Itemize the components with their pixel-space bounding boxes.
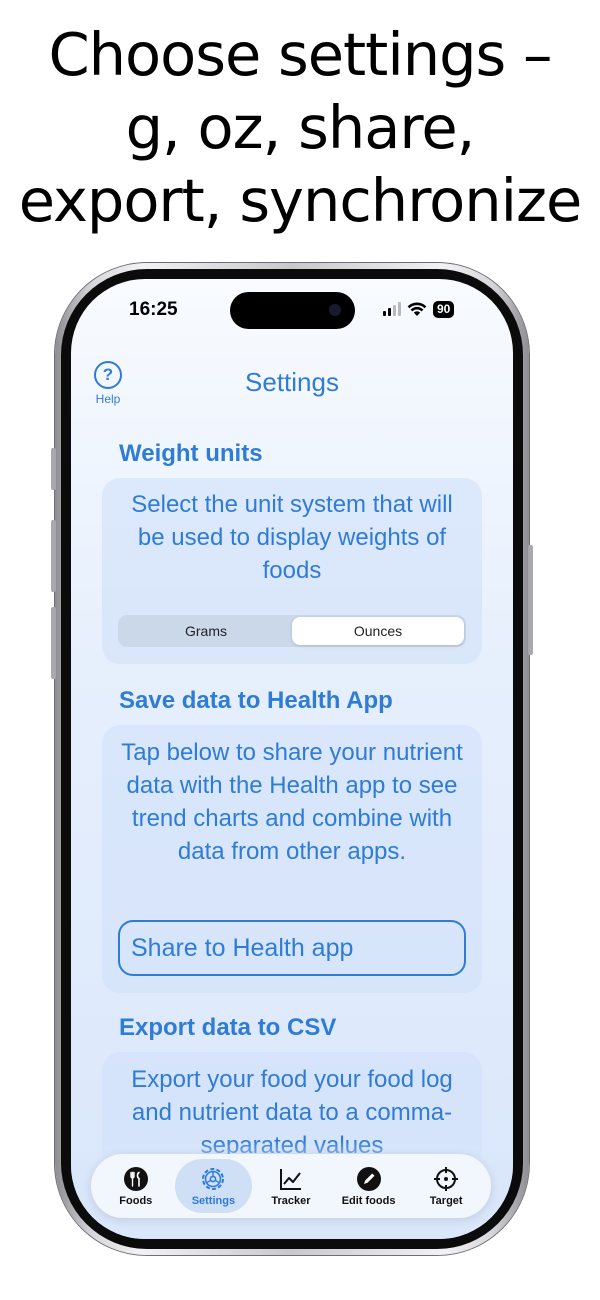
weight-units-heading: Weight units	[119, 440, 263, 467]
fork-knife-icon	[123, 1166, 148, 1191]
tab-foods[interactable]: Foods	[97, 1159, 175, 1213]
volume-down-button	[51, 607, 56, 679]
tab-target[interactable]: Target	[407, 1159, 485, 1213]
phone-screen: 16:25 90 ? Help Settings Weight units Se…	[71, 279, 513, 1239]
status-time: 16:25	[129, 299, 178, 320]
status-indicators: 90	[383, 299, 455, 319]
health-description: Tap below to share your nutrient data wi…	[121, 739, 463, 865]
unit-segmented-control: Grams Ounces	[118, 615, 466, 647]
cellular-signal-icon	[383, 302, 401, 316]
tab-target-label: Target	[429, 1194, 463, 1207]
health-heading: Save data to Health App	[119, 687, 393, 714]
segment-ounces[interactable]: Ounces	[292, 617, 464, 645]
weight-units-card: Select the unit system that will be used…	[102, 478, 482, 664]
wifi-icon	[407, 302, 427, 316]
tab-foods-label: Foods	[119, 1194, 153, 1207]
tab-settings-label: Settings	[191, 1194, 236, 1207]
tab-tracker[interactable]: Tracker	[252, 1159, 330, 1213]
segment-grams[interactable]: Grams	[120, 617, 292, 645]
headline-line-2: g, oz, share,	[125, 93, 476, 162]
weight-units-description: Select the unit system that will be used…	[131, 491, 453, 584]
camera-icon	[329, 304, 341, 316]
crosshair-icon	[434, 1166, 459, 1191]
tab-bar: Foods Settings Tracker Edit foods Target	[91, 1154, 491, 1218]
pencil-icon	[356, 1166, 381, 1191]
promo-headline: Choose settings – g, oz, share, export, …	[0, 18, 600, 237]
tab-tracker-label: Tracker	[271, 1194, 311, 1207]
power-button	[528, 545, 533, 655]
chart-line-icon	[279, 1168, 301, 1190]
health-card: Tap below to share your nutrient data wi…	[102, 725, 482, 993]
page-title: Settings	[245, 367, 339, 397]
tab-edit-foods[interactable]: Edit foods	[330, 1159, 408, 1213]
share-to-health-button[interactable]: Share to Health app	[118, 920, 466, 976]
volume-up-button	[51, 520, 56, 592]
action-button	[51, 448, 56, 490]
dynamic-island	[230, 292, 355, 329]
gear-icon	[202, 1167, 225, 1190]
headline-line-1: Choose settings –	[48, 20, 552, 89]
headline-line-3: export, synchronize	[18, 166, 583, 235]
tab-edit-foods-label: Edit foods	[341, 1194, 396, 1207]
battery-indicator: 90	[433, 300, 455, 318]
export-heading: Export data to CSV	[119, 1014, 337, 1041]
tab-settings[interactable]: Settings	[174, 1159, 253, 1213]
